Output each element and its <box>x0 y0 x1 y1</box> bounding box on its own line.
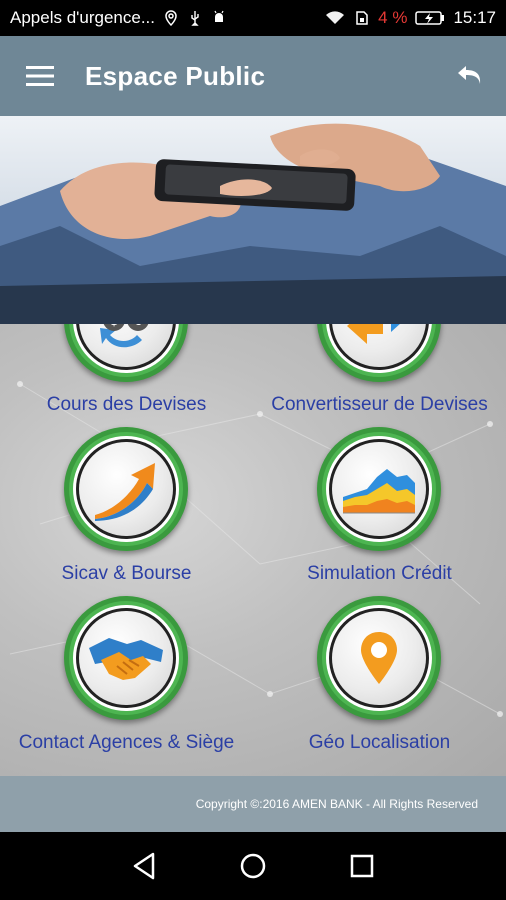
notification-text: Appels d'urgence... <box>10 8 156 27</box>
tile-label: Géo Localisation <box>308 732 451 753</box>
menu-button[interactable] <box>10 36 70 116</box>
services-grid: $ € Cours des Devises Convertisseur de D… <box>0 324 506 776</box>
nav-home-button[interactable] <box>233 846 273 886</box>
tile-label: Cours des Devises <box>46 394 207 415</box>
nav-recents-icon <box>350 854 373 878</box>
hero-image <box>0 116 506 324</box>
currency-exchange-icon: $ € <box>100 324 149 348</box>
copyright-text: Copyright ©:2016 AMEN BANK - All Rights … <box>195 797 478 811</box>
location-icon <box>165 10 177 26</box>
battery-percent: 4 % <box>378 8 408 27</box>
nav-back-icon <box>134 852 155 880</box>
area-chart-icon <box>343 469 415 514</box>
svg-text:$: $ <box>110 324 118 328</box>
page-title: Espace Public <box>85 60 266 91</box>
tile-label: Sicav & Bourse <box>61 563 192 584</box>
tile-label: Simulation Crédit <box>307 563 452 584</box>
back-button[interactable] <box>452 58 488 94</box>
nav-back-button[interactable] <box>124 846 164 886</box>
svg-text:€: € <box>134 324 142 328</box>
footer: Copyright ©:2016 AMEN BANK - All Rights … <box>0 776 506 832</box>
android-debug-icon <box>214 10 224 22</box>
nav-recents-button[interactable] <box>342 846 382 886</box>
hands-holding-phone-illustration <box>0 123 506 324</box>
battery-charging-icon <box>415 11 445 25</box>
usb-icon <box>191 11 199 26</box>
tile-label: Convertisseur de Devises <box>271 394 488 415</box>
system-nav-bar <box>0 832 506 900</box>
handshake-icon <box>89 638 163 680</box>
converter-arrows-icon <box>347 324 400 344</box>
tile-contact-agences-siege[interactable]: Contact Agences & Siège <box>0 596 253 776</box>
clock: 15:17 <box>453 8 496 27</box>
tile-geo-localisation[interactable]: Géo Localisation <box>253 596 506 776</box>
status-bar: Appels d'urgence... 4 % 15:17 <box>0 0 506 36</box>
nav-home-icon <box>240 853 266 879</box>
wifi-icon <box>326 11 345 24</box>
back-arrow-icon <box>458 66 481 84</box>
app-bar: Espace Public <box>0 36 506 116</box>
location-pin-icon <box>361 632 397 684</box>
tile-label: Contact Agences & Siège <box>18 732 235 753</box>
hamburger-menu-icon <box>26 66 54 86</box>
stock-growth-icon <box>95 463 155 521</box>
sim-icon <box>356 11 368 25</box>
